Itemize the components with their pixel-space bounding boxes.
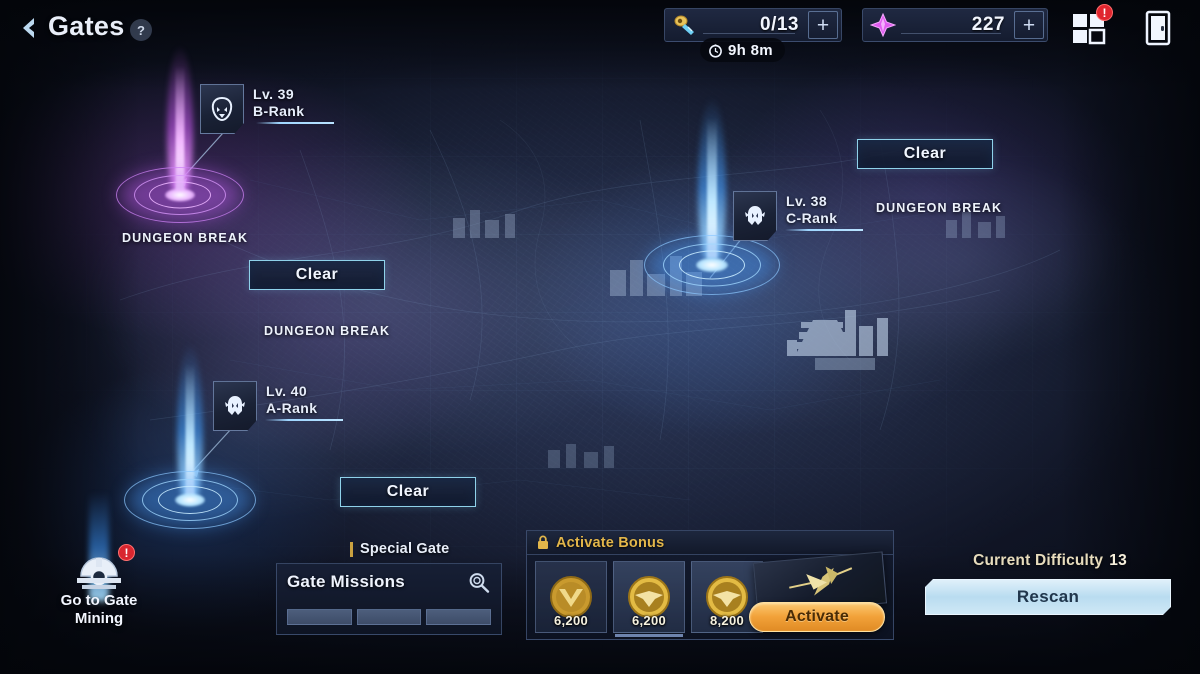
mining-label-line1: Go to Gate — [60, 592, 138, 609]
clock-icon — [709, 43, 722, 58]
gate-key-icon — [668, 10, 702, 40]
dungeon-break-label-right: DUNGEON BREAK — [876, 201, 1003, 215]
mining-label-line2: Mining — [74, 610, 124, 627]
crystal-icon — [866, 10, 900, 40]
bonus-reward-amount-2: 6,200 — [631, 613, 667, 628]
special-gate-accent-bar — [350, 541, 353, 557]
activate-bonus-title: Activate Bonus — [556, 534, 665, 551]
city-cluster-capital — [787, 310, 888, 370]
gate-info-a-rank[interactable]: Lv. 40 A-Rank — [213, 381, 343, 431]
city-cluster-small — [453, 210, 515, 238]
gate-rank-label: B-Rank — [253, 103, 305, 119]
gate-info-b-rank[interactable]: Lv. 39 B-Rank — [200, 84, 334, 134]
resource-key-add-button[interactable]: + — [808, 11, 838, 39]
special-gate-header: Special Gate — [276, 538, 502, 560]
grid-menu-badge: ! — [1096, 4, 1113, 21]
activate-bonus-body: 6,200 6,200 8,200 Activate — [527, 551, 893, 639]
activate-button[interactable]: Activate — [749, 602, 885, 632]
clear-button-left[interactable]: Clear — [249, 260, 385, 290]
exit-door-icon[interactable] — [1140, 8, 1176, 48]
clear-button-mid-label: Clear — [386, 483, 430, 500]
gate-level-label: Lv. 40 — [266, 383, 308, 399]
gate-rank-label: A-Rank — [266, 400, 318, 416]
clear-button-left-label: Clear — [295, 266, 339, 283]
activate-button-label: Activate — [785, 608, 849, 625]
go-to-gate-mining-label: Go to Gate Mining — [34, 592, 164, 628]
current-difficulty-label: Current Difficulty — [973, 552, 1104, 569]
lock-icon — [538, 535, 548, 549]
gate-missions-slots — [287, 609, 492, 625]
bonus-reward-selected-bar — [615, 634, 683, 637]
gate-info-c-rank[interactable]: Lv. 38 C-Rank — [733, 191, 863, 241]
clear-button-mid[interactable]: Clear — [340, 477, 476, 507]
bonus-reward-amount-1: 6,200 — [553, 613, 589, 628]
gate-rank-label: C-Rank — [786, 210, 838, 226]
chevron-left-icon — [23, 18, 34, 38]
rescan-button[interactable]: Rescan — [925, 579, 1171, 615]
gate-mining-badge: ! — [118, 544, 135, 561]
city-cluster-south — [548, 444, 614, 468]
gate-mission-slot[interactable] — [426, 609, 492, 625]
special-gate-panel: Special Gate Gate Missions — [276, 538, 502, 635]
beast-emblem-icon — [200, 84, 244, 134]
resource-crystal-underline — [901, 33, 1001, 34]
resource-key-pill[interactable]: 0/13 + — [664, 8, 842, 42]
clear-button-right[interactable]: Clear — [857, 139, 993, 169]
bonus-reward-tile-2[interactable]: 6,200 — [613, 561, 685, 637]
resource-key-underline — [703, 33, 795, 34]
activate-bonus-header: Activate Bonus — [527, 531, 893, 555]
gate-level-label: Lv. 39 — [253, 86, 295, 102]
rescan-button-label: Rescan — [1016, 587, 1080, 606]
current-difficulty-row: Current Difficulty 13 — [925, 552, 1175, 570]
special-gate-title: Special Gate — [360, 541, 450, 557]
gate-missions-panel[interactable]: Gate Missions — [276, 563, 502, 635]
gate-missions-title: Gate Missions — [287, 572, 405, 591]
top-bar: Gates ? 0/13 + 227 + ! — [0, 0, 1200, 56]
demon-emblem-icon — [213, 381, 257, 431]
current-difficulty-value: 13 — [1109, 552, 1127, 569]
bonus-reward-tile-1[interactable]: 6,200 — [535, 561, 607, 633]
go-to-gate-mining-button[interactable]: Go to Gate Mining ! — [34, 492, 164, 632]
gate-portal-b-rank[interactable] — [100, 45, 260, 235]
difficulty-panel: Current Difficulty 13 Rescan — [925, 552, 1175, 615]
magnifier-icon[interactable] — [467, 571, 491, 595]
gate-mission-slot[interactable] — [356, 609, 422, 625]
back-button[interactable] — [10, 10, 46, 46]
gate-key-timer: 9h 8m — [700, 38, 785, 62]
gate-key-timer-label: 9h 8m — [728, 41, 773, 59]
city-cluster-ne — [946, 212, 1005, 238]
clear-button-right-label: Clear — [903, 145, 947, 162]
dungeon-break-label-left: DUNGEON BREAK — [122, 231, 249, 245]
resource-crystal-add-button[interactable]: + — [1014, 11, 1044, 39]
resource-crystal-pill[interactable]: 227 + — [862, 8, 1048, 42]
page-title: Gates — [48, 11, 125, 41]
gate-mission-slot[interactable] — [287, 609, 352, 625]
demon-emblem-icon — [733, 191, 777, 241]
gate-level-label: Lv. 38 — [786, 193, 828, 209]
activate-bonus-panel: Activate Bonus 6,200 6,200 8,200 Activat… — [526, 530, 894, 640]
dungeon-break-label-mid: DUNGEON BREAK — [264, 324, 391, 338]
help-button[interactable]: ? — [130, 19, 152, 41]
